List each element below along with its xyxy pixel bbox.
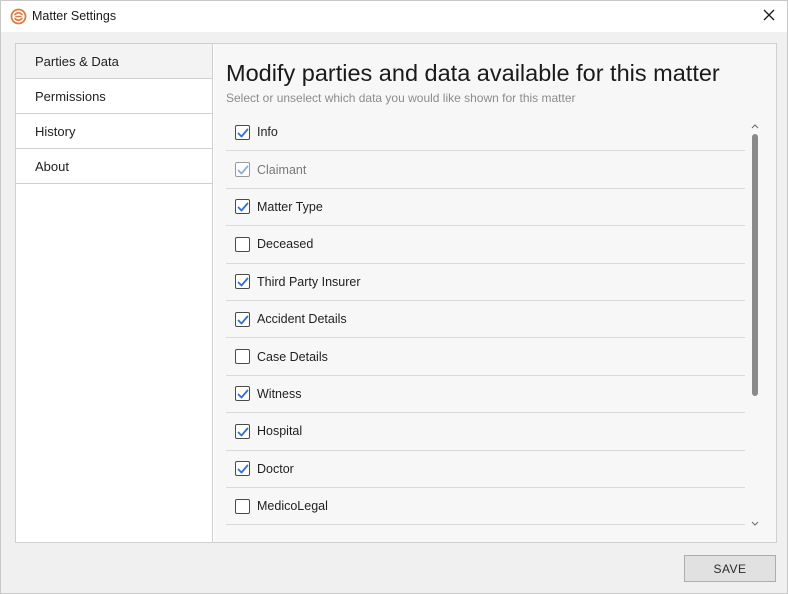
checkbox-checked[interactable] [235,124,250,140]
checkbox-checked[interactable] [235,423,250,439]
checkmark-icon [237,203,249,212]
checkmark-icon [237,128,249,138]
list-item[interactable]: Third Party Insurer [226,264,745,301]
checkbox-checked[interactable] [235,199,250,215]
vertical-scrollbar[interactable] [749,120,761,530]
title-bar: Matter Settings [1,1,787,32]
list-item-label: Hospital [257,424,303,439]
app-logo-icon [10,8,27,25]
list-item[interactable]: MedicoLegal [226,488,745,526]
checkmark-icon [237,315,249,325]
sidebar-item-about[interactable]: About [16,149,212,184]
sidebar-item-parties-data[interactable]: Parties & Data [16,44,212,79]
scroll-down-button[interactable] [749,518,761,528]
list-item[interactable]: Matter Type [226,189,745,227]
checkbox-unchecked[interactable] [235,236,250,252]
window-title: Matter Settings [32,9,117,23]
scroll-up-button[interactable] [749,120,761,130]
list-item-label: Witness [257,386,302,401]
checkmark-icon [237,277,249,287]
page-title: Modify parties and data available for th… [226,60,720,86]
checkbox-checked [235,162,250,178]
checkmark-icon [237,165,249,175]
save-button[interactable]: SAVE [684,555,776,582]
list-item-label: Info [257,125,278,140]
close-icon [763,8,775,26]
list-item-label: Accident Details [257,312,347,327]
sidebar-item-permissions[interactable]: Permissions [16,79,212,114]
list-item-label: Matter Type [257,199,323,214]
list-item[interactable]: Deceased [226,226,745,264]
sidebar-item-label: Parties & Data [35,53,119,69]
matter-settings-window: Matter Settings Parties & Data Permissio… [0,0,788,594]
page-subtitle: Select or unselect which data you would … [226,91,576,105]
list-item[interactable]: Hospital [226,413,745,451]
list-item[interactable]: Witness [226,376,745,414]
checkmark-icon [237,464,249,474]
close-button[interactable] [751,1,787,32]
sidebar-item-history[interactable]: History [16,114,212,149]
list-item-label: Third Party Insurer [257,274,361,289]
list-item-label: Doctor [257,461,294,476]
list-item-label: Deceased [257,237,314,252]
settings-sidebar: Parties & Data Permissions History About [16,44,213,542]
list-item[interactable]: Case Details [226,338,745,376]
list-item[interactable]: Info [226,114,745,152]
sidebar-item-label: About [35,158,69,174]
sidebar-item-label: History [35,123,76,139]
checkbox-checked[interactable] [235,274,250,290]
data-options-list: Info Claimant Matter Type Deceased Third Par… [226,114,745,527]
checkmark-icon [237,427,249,437]
sidebar-item-label: Permissions [35,88,106,104]
checkbox-checked[interactable] [235,386,250,402]
list-item-label: Claimant [257,162,307,177]
scrollbar-thumb[interactable] [752,134,758,396]
checkbox-unchecked[interactable] [235,349,250,365]
checkmark-icon [237,390,249,399]
list-item: Claimant [226,151,745,189]
chevron-down-icon [751,514,759,532]
content-area: Modify parties and data available for th… [214,44,776,542]
settings-panel: Parties & Data Permissions History About… [15,43,777,543]
chevron-up-icon [751,116,759,134]
list-item[interactable]: Doctor [226,451,745,488]
checkbox-unchecked[interactable] [235,498,250,514]
checkbox-checked[interactable] [235,461,250,477]
checkbox-checked[interactable] [235,311,250,327]
list-item-label: MedicoLegal [257,499,328,514]
list-item[interactable]: Accident Details [226,301,745,339]
list-item-label: Case Details [257,349,328,364]
